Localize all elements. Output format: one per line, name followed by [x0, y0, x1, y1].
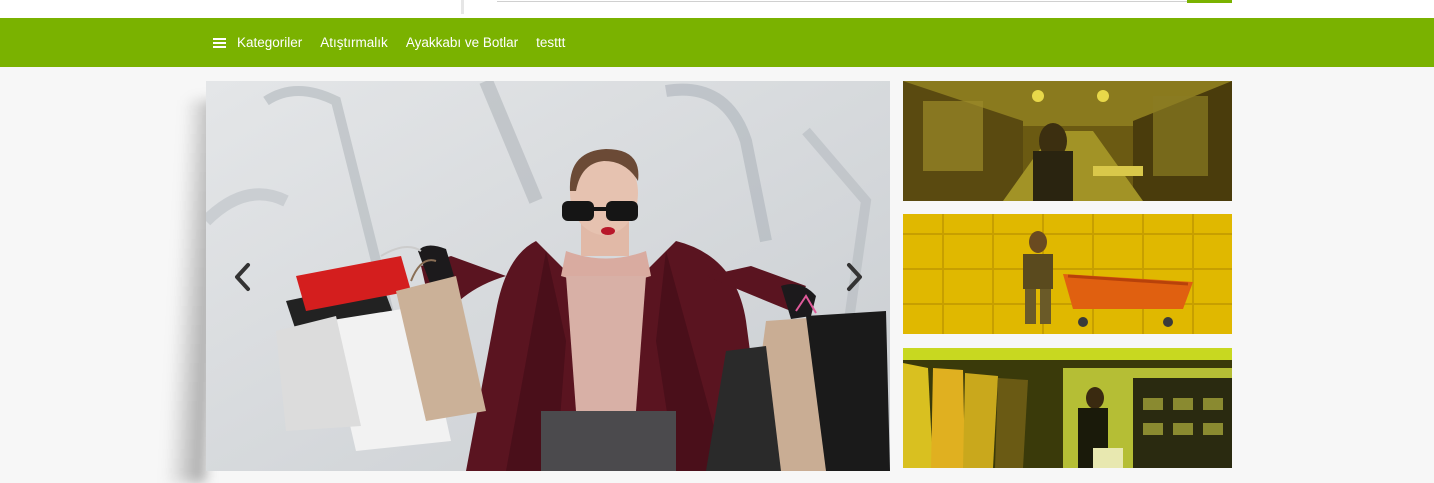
nav-item-shoes-boots[interactable]: Ayakkabı ve Botlar [406, 35, 518, 50]
hero-slide-image [206, 81, 890, 471]
side-banner-3-image [903, 348, 1232, 468]
nav-item-testtt[interactable]: testtt [536, 35, 565, 50]
side-banner-1[interactable] [903, 81, 1232, 201]
search-button[interactable] [1187, 0, 1232, 3]
slider-next-button[interactable] [839, 259, 869, 295]
slider-prev-button[interactable] [228, 259, 258, 295]
side-banner-3[interactable] [903, 348, 1232, 468]
header-divider [461, 0, 464, 14]
chevron-right-icon [847, 263, 862, 291]
side-banner-1-image [903, 81, 1232, 201]
hamburger-menu-icon [213, 37, 226, 48]
nav-item-snacks[interactable]: Atıştırmalık [320, 35, 388, 50]
nav-item-categories[interactable]: Kategoriler [213, 35, 302, 50]
main-navbar: Kategoriler Atıştırmalık Ayakkabı ve Bot… [0, 18, 1434, 67]
chevron-left-icon [235, 263, 250, 291]
hero-slider[interactable] [206, 81, 890, 471]
nav-item-categories-label: Kategoriler [237, 35, 303, 50]
side-banner-2-image [903, 214, 1232, 334]
nav-menu: Kategoriler Atıştırmalık Ayakkabı ve Bot… [213, 18, 583, 67]
side-banner-2[interactable] [903, 214, 1232, 334]
search-input[interactable] [497, 0, 1187, 2]
header-strip [0, 0, 1434, 18]
